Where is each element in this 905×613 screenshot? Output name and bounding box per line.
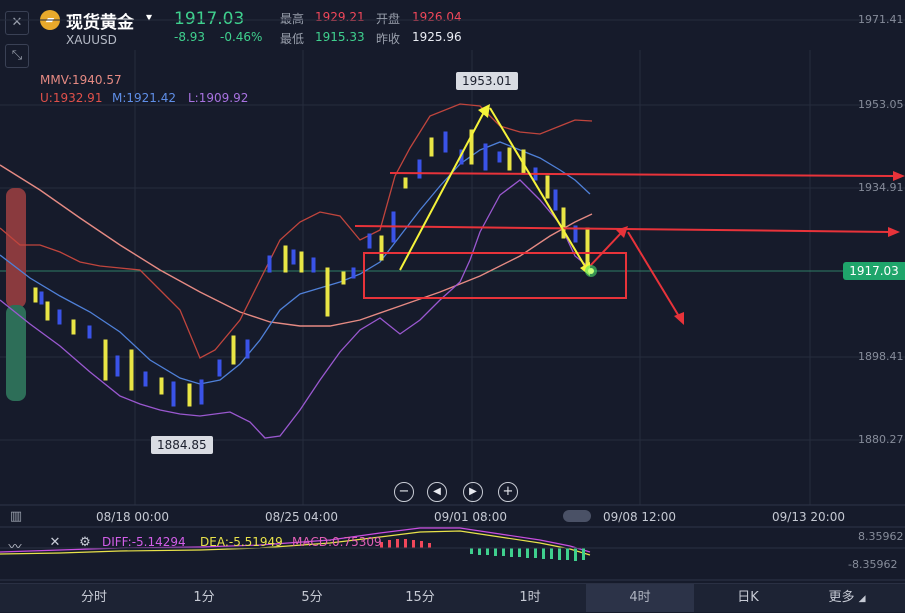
more-chevron-icon: ◢ (858, 594, 866, 604)
macd-bottom-tick: -8.35962 (848, 558, 898, 571)
zoom-in-button[interactable]: + (498, 482, 518, 502)
tab-timeshare[interactable]: 分时 (50, 584, 138, 612)
mmv-indicator: MMV:1940.57 (40, 73, 122, 87)
settings-icon[interactable]: ⚙ (74, 532, 96, 554)
tab-15min[interactable]: 15分 (376, 584, 464, 612)
macd-top-tick: 8.35962 (858, 530, 904, 543)
macd-indicator-icon[interactable]: 〰 (4, 537, 26, 559)
price-tick: 1971.41 (858, 13, 904, 26)
tab-4hour[interactable]: 4时 (586, 584, 694, 612)
price-tick: 1898.41 (858, 350, 904, 363)
scroll-left-button[interactable]: ◀ (427, 482, 447, 502)
candle-type-icon[interactable]: ▥ (5, 506, 27, 528)
tab-more[interactable]: 更多 ◢ (812, 584, 882, 612)
date-tick: 09/01 08:00 (434, 510, 507, 524)
tab-1hour[interactable]: 1时 (486, 584, 574, 612)
macd-value: MACD:0.75309 (292, 535, 382, 549)
trough-annotation: 1884.85 (151, 436, 213, 454)
date-tick: 08/18 00:00 (96, 510, 169, 524)
tab-daily[interactable]: 日K (704, 584, 792, 612)
macd-diff: DIFF:-5.14294 (102, 535, 186, 549)
middle-band-indicator: M:1921.42 (112, 91, 177, 105)
tab-more-label: 更多 (828, 590, 855, 605)
tab-5min[interactable]: 5分 (268, 584, 356, 612)
close-indicator-icon[interactable]: ✕ (44, 532, 66, 554)
macd-dea: DEA:-5.51949 (200, 535, 283, 549)
date-tick: 09/08 12:00 (603, 510, 676, 524)
timeframe-tabs: 分时 1分 5分 15分 1时 4时 日K 更多 ◢ (0, 583, 905, 612)
scroll-handle[interactable] (563, 510, 591, 522)
zoom-out-button[interactable]: − (394, 482, 414, 502)
scroll-right-button[interactable]: ▶ (463, 482, 483, 502)
tab-1min[interactable]: 1分 (160, 584, 248, 612)
current-price-tag: 1917.03 (843, 262, 905, 280)
price-tick: 1880.27 (858, 433, 904, 446)
date-tick: 08/25 04:00 (265, 510, 338, 524)
lower-band-indicator: L:1909.92 (188, 91, 249, 105)
peak-annotation: 1953.01 (456, 72, 518, 90)
date-tick: 09/13 20:00 (772, 510, 845, 524)
price-tick: 1934.91 (858, 181, 904, 194)
price-tick: 1953.05 (858, 98, 904, 111)
upper-band-indicator: U:1932.91 (40, 91, 103, 105)
